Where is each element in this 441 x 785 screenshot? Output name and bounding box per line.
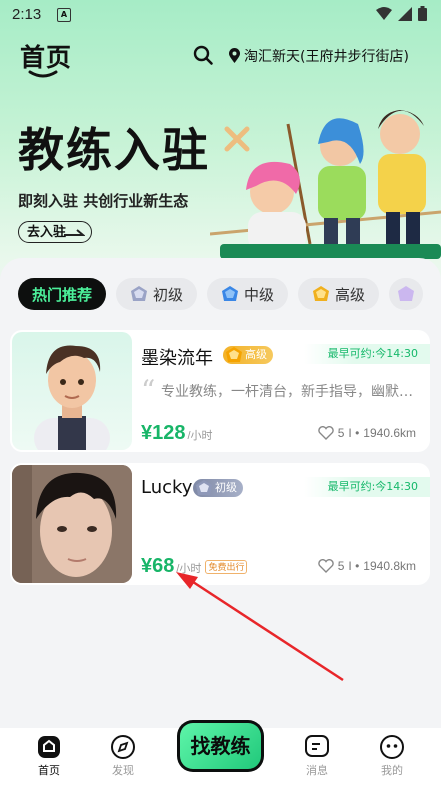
cartoon-coach-image [34,345,110,450]
quote-icon: “ [141,374,156,407]
location-label: 淘汇新天(王府井步行街店) [244,49,409,65]
distance: 1940.8km [363,559,416,573]
price-value: ¥128 [141,422,186,444]
level-filter-tabs: 热门推荐 初级 中级 高级 [18,278,441,310]
coach-name: 墨染流年 [141,348,213,369]
level-badge-label: 初级 [215,481,237,494]
coach-name: Lucky [141,477,193,498]
nav-home[interactable]: 首页 [19,734,79,778]
nav-label: 发现 [112,764,134,777]
find-coach-label: 找教练 [180,723,261,769]
price-unit: /小时 [187,430,213,442]
wifi-icon [376,6,392,20]
app-notification-icon: A [57,8,71,22]
advanced-gem-icon [226,347,242,362]
separator: I • [348,426,360,440]
price-unit: /小时 [176,563,202,575]
search-icon[interactable] [192,44,214,66]
compass-icon [111,735,135,759]
profile-icon [380,735,404,759]
coach-intro: 专业教练，一杆清台，新手指导，幽默风趣 [161,384,423,400]
level-badge-advanced: 高级 [223,346,273,364]
cartoon-players-illustration [210,110,441,259]
nav-profile[interactable]: 我的 [362,734,422,778]
coach-stats: 5 I • 1940.6km [318,426,416,440]
level-badge-beginner: 初级 [193,479,243,497]
coach-price: ¥68/小时 免费出行 [141,555,248,578]
tab-beginner[interactable]: 初级 [116,278,198,310]
banner-title: 教练入驻 [18,123,210,177]
tab-hot[interactable]: 热门推荐 [18,278,107,310]
tab-label: 中级 [244,285,275,304]
tab-label: 高级 [335,285,366,304]
earliest-availability: 最早可约:今14:30 [303,477,430,497]
title-smile-decoration [28,70,58,78]
nav-label: 我的 [381,764,403,777]
find-coach-button[interactable]: 找教练 [177,720,264,772]
level-badge-label: 高级 [245,348,267,361]
premium-gem-icon [398,286,415,301]
status-time: 2:13 [12,6,42,23]
battery-icon [418,6,427,21]
coach-avatar [12,332,132,450]
tab-label: 热门推荐 [32,285,93,304]
heart-icon[interactable] [318,426,334,440]
tab-label: 初级 [153,285,184,304]
coach-stats: 5 I • 1940.8km [318,559,416,573]
likes-count: 5 [337,426,345,440]
arrow-right-icon [64,229,85,236]
distance: 1940.6km [363,426,416,440]
beginner-gem-icon [196,480,212,495]
home-icon [38,736,60,758]
coach-avatar [12,465,132,583]
message-icon [305,735,329,757]
tab-intermediate[interactable]: 中级 [207,278,289,310]
tab-advanced[interactable]: 高级 [298,278,380,310]
page-title: 首页 [20,43,73,72]
coach-card[interactable]: Lucky 初级 最早可约:今14:30 ¥68/小时 免费出行 5 I • 19… [10,463,430,585]
join-button[interactable]: 去入驻 [18,221,92,243]
intermediate-gem-icon [222,286,239,301]
price-value: ¥68 [141,555,175,577]
status-bar: 2:13 A [0,0,441,30]
beginner-gem-icon [131,286,148,301]
nav-label: 首页 [38,764,60,777]
coach-card[interactable]: 墨染流年 高级 最早可约:今14:30 “ 专业教练，一杆清台，新手指导，幽默风… [10,330,430,452]
nav-label: 消息 [306,764,328,777]
join-button-label: 去入驻 [27,225,67,240]
advanced-gem-icon [313,286,330,301]
coach-photo-image [12,465,132,583]
earliest-availability: 最早可约:今14:30 [303,344,430,364]
separator: I • [348,559,360,573]
likes-count: 5 [337,559,345,573]
heart-icon[interactable] [318,559,334,573]
free-travel-tag: 免费出行 [205,559,248,574]
status-icons [376,6,427,21]
nav-discover[interactable]: 发现 [93,734,153,778]
coach-join-banner[interactable]: 教练入驻 即刻入驻 共创行业新生态 去入驻 [0,84,441,259]
nav-messages[interactable]: 消息 [287,734,347,778]
signal-icon [398,6,412,21]
location-selector[interactable]: 淘汇新天(王府井步行街店) [228,46,409,66]
coach-price: ¥128/小时 [141,422,213,445]
top-header: 首页 淘汇新天(王府井步行街店) [0,34,441,78]
tab-more[interactable] [389,278,424,310]
location-pin-icon [229,48,240,63]
banner-subtitle: 即刻入驻 共创行业新生态 [18,192,189,210]
